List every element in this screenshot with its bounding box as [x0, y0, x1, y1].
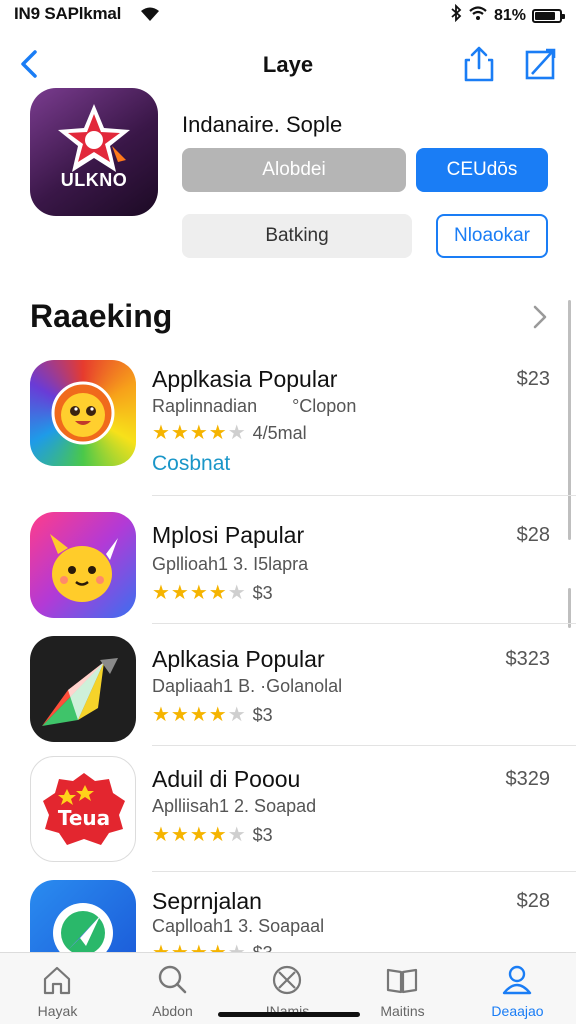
paper-plane-icon — [42, 658, 118, 726]
section-title: Raaeking — [30, 298, 173, 334]
rating-stars: ★★★★★$3 — [152, 940, 273, 952]
secondary-action-button[interactable]: Batking — [182, 214, 412, 258]
app-subtitle: Dapliaah1 B. ·Golanolal — [152, 676, 343, 696]
outline-action-button[interactable]: Nloaokar — [436, 214, 548, 258]
featured-app-icon[interactable]: ULKNO — [30, 88, 158, 216]
wifi-icon — [140, 6, 160, 27]
app-subtitle: Raplinnadian °Clopon — [152, 396, 357, 416]
app-icon — [30, 360, 136, 466]
person-icon — [502, 965, 532, 995]
tab-label: Abdon — [152, 1003, 193, 1019]
app-price: $28 — [516, 524, 550, 546]
rating-count: $3 — [252, 583, 273, 603]
rating-count: 4/5mal — [252, 423, 307, 443]
navigation-arrow-icon — [53, 903, 113, 952]
book-icon — [386, 968, 418, 994]
badge-logo-icon: Teua — [43, 773, 125, 845]
app-icon — [30, 636, 136, 742]
rating-stars: ★★★★★ 4/5mal — [152, 422, 307, 444]
bluetooth-icon — [450, 3, 462, 27]
smiley-face-icon — [51, 381, 115, 445]
blue-action-button[interactable]: CEUdōs — [416, 148, 548, 192]
rating-count: $3 — [253, 943, 273, 952]
divider — [152, 495, 576, 496]
share-button[interactable] — [462, 44, 496, 84]
tab-label: Hayak — [37, 1003, 78, 1019]
search-icon — [158, 965, 187, 994]
app-list-item[interactable]: Seprnjalan $28 Caplloah1 3. Soapaal ★★★★… — [0, 880, 576, 952]
tab-label: Deaajao — [491, 1003, 544, 1019]
rating-count: $3 — [252, 705, 273, 725]
app-subtitle: Caplloah1 3. Soapaal — [152, 916, 325, 936]
carrier-label: IN9 SAPlkmal — [14, 4, 122, 23]
app-icon: Teua — [30, 756, 136, 862]
status-bar: IN9 SAPlkmal 81% — [0, 0, 576, 30]
featured-app-name: Indanaire. Sople — [182, 112, 343, 137]
app-subtitle: Aplliisah1 2. Soapad — [152, 796, 317, 816]
share-icon — [464, 46, 494, 82]
star-logo-icon — [58, 104, 130, 172]
app-price: $23 — [516, 368, 550, 390]
rating-stars: ★★★★★$3 — [152, 582, 273, 604]
rating-count: $3 — [252, 825, 273, 845]
app-price: $329 — [505, 768, 551, 790]
app-title: Aplkasia Popular — [152, 646, 325, 672]
home-icon — [43, 966, 71, 995]
app-title: Seprnjalan — [152, 888, 262, 914]
edit-icon — [525, 48, 556, 80]
tab-home[interactable]: Hayak — [0, 953, 115, 1024]
app-price: $28 — [516, 890, 550, 912]
battery-percent: 81% — [493, 6, 526, 24]
app-price: $323 — [505, 648, 551, 670]
app-list-item[interactable]: Mplosi Papular $28 Gpllioah1 3. I5lapra … — [0, 512, 576, 624]
svg-text:Teua: Teua — [58, 806, 110, 830]
edit-button[interactable] — [524, 46, 558, 82]
app-list-item[interactable]: Applkasia Popular $23 Raplinnadian °Clop… — [0, 360, 576, 496]
home-indicator[interactable] — [218, 1012, 360, 1017]
tab-label: Maitins — [380, 1003, 425, 1019]
tab-library[interactable]: Maitins — [345, 953, 460, 1024]
app-list-item[interactable]: Teua Aduil di Pooou $329 Aplliisah1 2. S… — [0, 756, 576, 872]
primary-action-button[interactable]: Alobdei — [182, 148, 406, 192]
app-title: Mplosi Papular — [152, 522, 305, 548]
tab-profile[interactable]: Deaajao — [460, 953, 575, 1024]
section-more-button[interactable] — [530, 302, 550, 332]
app-title: Aduil di Pooou — [152, 766, 301, 792]
app-subtitle: Gpllioah1 3. I5lapra — [152, 554, 309, 574]
app-icon — [30, 880, 136, 952]
wifi-icon — [468, 5, 488, 26]
rating-stars: ★★★★★$3 — [152, 704, 273, 726]
divider — [152, 623, 576, 624]
tab-search[interactable]: Abdon — [115, 953, 230, 1024]
featured-logo-text: ULKNO — [60, 170, 128, 190]
app-list-item[interactable]: Aplkasia Popular $323 Dapliaah1 B. ·Gola… — [0, 636, 576, 746]
battery-icon — [532, 8, 565, 23]
divider — [152, 871, 576, 872]
app-title: Applkasia Popular — [152, 366, 338, 392]
cute-character-icon — [50, 534, 118, 602]
nav-bar: Laye — [0, 40, 576, 88]
app-link[interactable]: Cosbnat — [152, 452, 230, 476]
chevron-right-icon — [533, 305, 547, 329]
rating-stars: ★★★★★$3 — [152, 824, 273, 846]
status-indicators: 81% — [450, 3, 565, 27]
divider — [152, 745, 576, 746]
games-icon — [272, 965, 302, 995]
app-icon — [30, 512, 136, 618]
